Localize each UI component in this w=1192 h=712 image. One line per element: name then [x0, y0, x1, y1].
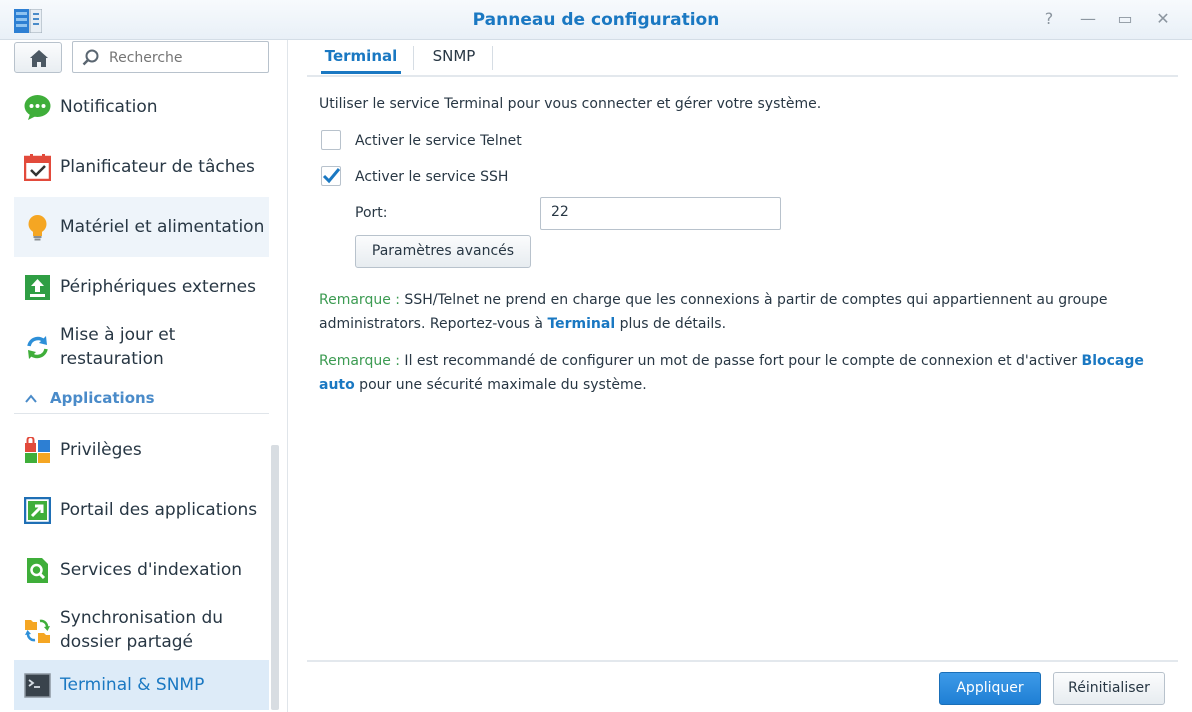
- calendar-check-icon: [24, 154, 51, 181]
- sidebar-item-label: Privilèges: [60, 440, 142, 460]
- sidebar-item-app-portal[interactable]: Portail des applications: [14, 480, 269, 540]
- privileges-icon: [25, 437, 50, 463]
- sidebar-item-notification[interactable]: Notification: [14, 77, 269, 137]
- note-text: pour une sécurité maximale du système.: [354, 377, 647, 393]
- close-icon[interactable]: ✕: [1152, 8, 1174, 30]
- help-icon[interactable]: ?: [1038, 8, 1060, 30]
- sidebar-item-terminal-snmp[interactable]: Terminal & SNMP: [14, 660, 269, 710]
- sidebar-item-label: Services d'indexation: [60, 560, 243, 580]
- chevron-up-icon: [25, 394, 37, 403]
- sync-folder-icon: [25, 619, 50, 643]
- terminal-description: Utiliser le service Terminal pour vous c…: [319, 96, 822, 112]
- upload-icon: [25, 275, 50, 300]
- notification-icon: [24, 95, 51, 120]
- sidebar-item-indexing[interactable]: Services d'indexation: [14, 540, 269, 600]
- home-button[interactable]: [14, 42, 62, 73]
- tab-snmp[interactable]: SNMP: [425, 44, 483, 74]
- port-input[interactable]: 22: [540, 197, 781, 230]
- port-label: Port:: [355, 205, 388, 221]
- search-icon: [82, 49, 99, 66]
- search-input[interactable]: [109, 48, 259, 68]
- sidebar-item-label: Mise à jour et restauration: [60, 325, 176, 369]
- indexing-icon: [27, 558, 48, 583]
- section-label: Applications: [50, 389, 155, 407]
- sidebar-item-label: Planificateur de tâches: [60, 157, 255, 177]
- note-ssh-telnet: Remarque : SSH/Telnet ne prend en charge…: [319, 288, 1169, 336]
- reset-button[interactable]: Réinitialiser: [1053, 672, 1165, 705]
- sidebar-item-external-devices[interactable]: Périphériques externes: [14, 257, 269, 317]
- tab-divider: [413, 46, 414, 70]
- telnet-label: Activer le service Telnet: [355, 133, 522, 149]
- sidebar-item-label: Terminal & SNMP: [60, 675, 205, 695]
- sidebar-item-task-scheduler[interactable]: Planificateur de tâches: [14, 137, 269, 197]
- note-prefix: Remarque :: [319, 292, 400, 308]
- advanced-settings-button[interactable]: Paramètres avancés: [355, 235, 531, 268]
- sidebar-item-label: Portail des applications: [60, 500, 258, 520]
- ssh-label: Activer le service SSH: [355, 169, 509, 185]
- tab-divider: [492, 46, 493, 70]
- tab-terminal[interactable]: Terminal: [321, 44, 401, 74]
- sidebar-item-privileges[interactable]: Privilèges: [14, 420, 269, 480]
- refresh-icon: [27, 336, 48, 359]
- note-password: Remarque : Il est recommandé de configur…: [319, 349, 1169, 397]
- search-field[interactable]: [72, 41, 269, 73]
- sidebar-item-label: Synchronisation du dossier partagé: [60, 608, 224, 652]
- checkmark-icon: [322, 168, 341, 184]
- title-bar: Panneau de configuration ? — ▭ ✕: [0, 0, 1192, 40]
- ssh-checkbox[interactable]: [321, 166, 341, 186]
- terminal-help-link[interactable]: Terminal: [547, 316, 615, 332]
- sidebar-item-label: Matériel et alimentation: [60, 217, 265, 237]
- apply-button[interactable]: Appliquer: [939, 672, 1041, 705]
- sidebar-item-hardware-power[interactable]: Matériel et alimentation: [14, 197, 269, 257]
- tab-bar: Terminal SNMP: [307, 40, 1178, 77]
- sidebar-scrollbar[interactable]: [271, 445, 279, 710]
- note-prefix: Remarque :: [319, 353, 400, 369]
- telnet-checkbox[interactable]: [321, 130, 341, 150]
- sidebar-item-update-restore[interactable]: Mise à jour et restauration: [14, 317, 269, 377]
- note-text: plus de détails.: [615, 316, 727, 332]
- window-title: Panneau de configuration: [472, 10, 720, 30]
- home-icon: [30, 50, 48, 67]
- minimize-icon[interactable]: —: [1077, 8, 1099, 30]
- sidebar-item-shared-folder-sync[interactable]: Synchronisation du dossier partagé: [14, 600, 269, 660]
- sidebar: Notification Planificateur de tâches Mat…: [0, 40, 288, 712]
- sidebar-item-label: Notification: [60, 97, 158, 117]
- applications-section-header[interactable]: Applications: [14, 386, 269, 414]
- footer-divider: [307, 660, 1178, 662]
- sidebar-item-label: Périphériques externes: [60, 277, 256, 297]
- maximize-icon[interactable]: ▭: [1114, 8, 1136, 30]
- terminal-icon: [24, 673, 51, 698]
- portal-icon: [24, 497, 51, 524]
- lightbulb-icon: [28, 215, 47, 241]
- note-text: Il est recommandé de configurer un mot d…: [399, 353, 1082, 369]
